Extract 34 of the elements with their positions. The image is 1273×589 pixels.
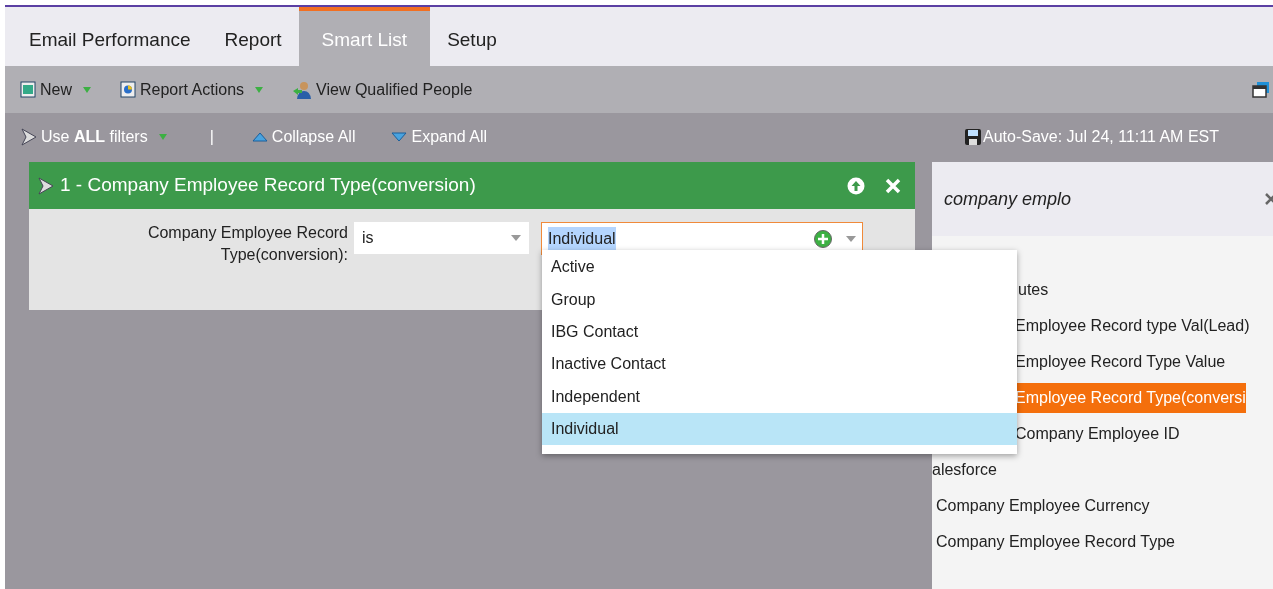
add-icon[interactable] [814, 229, 832, 248]
caret-icon [157, 131, 168, 142]
dropdown-option[interactable]: Inactive Contact [542, 348, 1017, 381]
tree-item[interactable]: Employee Record type Val(Lead) [1015, 314, 1250, 338]
caret-icon [511, 235, 521, 241]
window-icon [1252, 80, 1270, 99]
field-label: Company Employee Record Type(conversion): [146, 223, 349, 265]
tree-item[interactable]: Company Employee Currency [936, 494, 1150, 518]
operator-select[interactable]: is [354, 222, 529, 254]
tab[interactable]: Report [207, 7, 299, 66]
tab[interactable]: Setup [430, 7, 514, 66]
people-icon [292, 80, 313, 99]
tree-item[interactable]: Company Employee ID [1015, 422, 1180, 446]
document-icon [120, 80, 136, 99]
separator: | [209, 126, 214, 147]
close-icon[interactable] [885, 177, 901, 194]
dropdown-option[interactable]: Group [542, 283, 1017, 316]
triangle-down-icon [391, 131, 408, 142]
caret-icon [846, 235, 856, 242]
dropdown-option[interactable]: IBG Contact [542, 315, 1017, 349]
triangle-up-icon [251, 131, 268, 142]
dropdown-option[interactable]: Independent [542, 380, 1017, 413]
toolbar-button[interactable]: Report Actions [120, 77, 265, 102]
document-icon [20, 80, 36, 99]
tree-item[interactable]: Company Employee Record Type [936, 530, 1175, 554]
tab[interactable]: Email Performance [12, 7, 208, 66]
dropdown-option[interactable]: Individual [542, 412, 1017, 446]
autosave-status: Auto-Save: Jul 24, 11:11 AM EST [964, 124, 1219, 149]
search-field[interactable]: company emplo [944, 185, 1072, 213]
tree-item[interactable]: Employee Record Type Value [1015, 350, 1226, 374]
filter-title: 1 - Company Employee Record Type(conversion) [60, 173, 476, 198]
toolbar-button[interactable]: View Qualified People [292, 77, 473, 102]
tree-group[interactable]: alesforce [932, 452, 1273, 488]
toolbar-button[interactable]: New [20, 77, 92, 102]
